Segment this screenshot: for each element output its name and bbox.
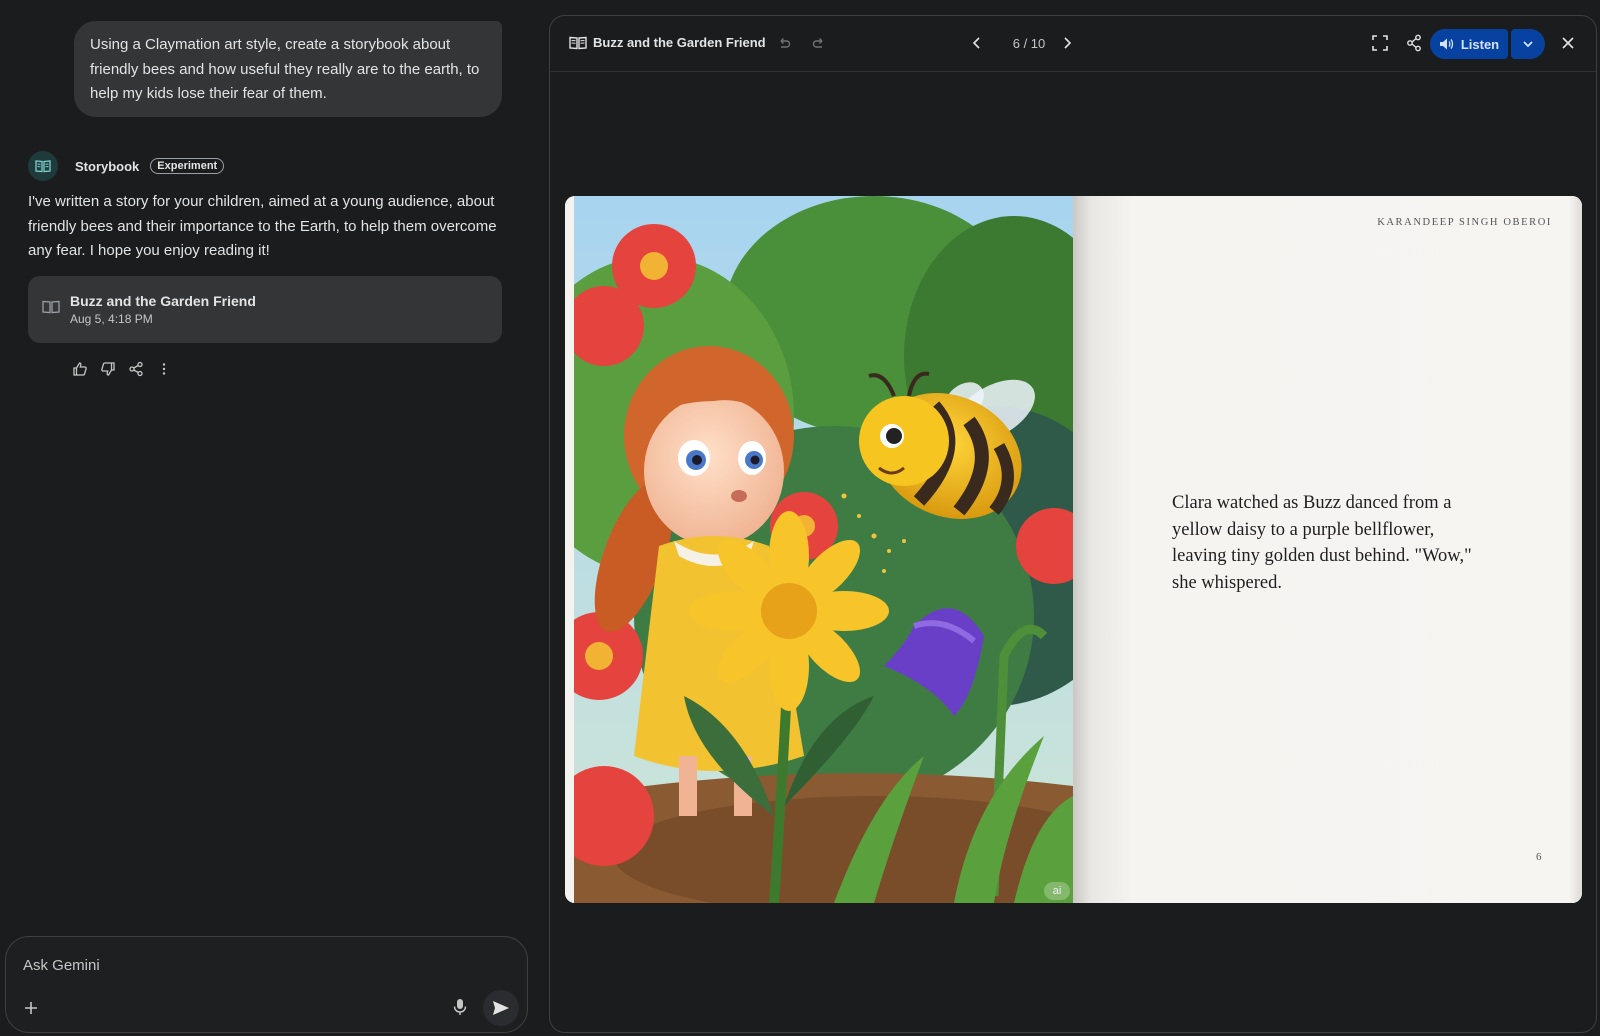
listen-label: Listen — [1460, 36, 1500, 52]
story-illustration — [574, 196, 1073, 903]
open-storybook: ai KARANDEEP SINGH OBEROI Clara watched … — [565, 196, 1582, 903]
chevron-right-icon[interactable] — [1059, 35, 1075, 56]
thumbs-down-icon[interactable] — [100, 361, 116, 377]
storybook-title: Buzz and the Garden Friend — [593, 35, 766, 50]
thumbs-up-icon[interactable] — [72, 361, 88, 377]
listen-button[interactable]: Listen — [1430, 29, 1508, 59]
chevron-down-icon — [1523, 41, 1533, 48]
story-card-title: Buzz and the Garden Friend — [70, 293, 256, 309]
agent-header: Storybook Experiment — [28, 151, 225, 181]
illustration-page: ai — [565, 196, 1073, 903]
book-icon — [42, 300, 60, 319]
storybook-avatar-icon — [28, 151, 58, 181]
fullscreen-icon[interactable] — [1371, 34, 1389, 57]
story-card-date: Aug 5, 4:18 PM — [70, 312, 153, 326]
agent-message: I've written a story for your children, … — [28, 193, 497, 259]
author-name: KARANDEEP SINGH OBEROI — [1377, 217, 1552, 228]
experiment-badge: Experiment — [150, 158, 225, 174]
text-page: KARANDEEP SINGH OBEROI Clara watched as … — [1073, 196, 1582, 903]
chevron-left-icon[interactable] — [969, 35, 985, 56]
storybook-panel: Buzz and the Garden Friend 6 / 10 Listen — [549, 15, 1597, 1033]
send-button[interactable] — [483, 990, 519, 1026]
page-indicator: 6 / 10 — [1012, 36, 1046, 51]
share-icon[interactable] — [128, 361, 144, 377]
prompt-input[interactable]: Ask Gemini — [23, 957, 100, 974]
speaker-icon — [1439, 38, 1453, 50]
more-vert-icon[interactable] — [156, 361, 172, 377]
story-card[interactable]: Buzz and the Garden Friend Aug 5, 4:18 P… — [28, 276, 502, 343]
book-icon — [569, 36, 587, 55]
agent-name: Storybook — [75, 158, 140, 174]
prompt-input-box[interactable]: Ask Gemini — [5, 936, 528, 1033]
storybook-toolbar: Buzz and the Garden Friend 6 / 10 Listen — [550, 16, 1596, 72]
chat-panel: Using a Claymation art style, create a s… — [0, 0, 540, 1036]
listen-options-button[interactable] — [1511, 29, 1545, 59]
add-icon[interactable] — [21, 998, 41, 1018]
feedback-actions — [72, 361, 172, 377]
close-icon[interactable] — [1560, 35, 1576, 56]
share-icon[interactable] — [1406, 34, 1422, 57]
user-prompt-bubble: Using a Claymation art style, create a s… — [74, 21, 502, 117]
ai-badge: ai — [1044, 882, 1070, 900]
redo-icon[interactable] — [811, 35, 827, 56]
microphone-icon[interactable] — [452, 997, 468, 1017]
send-icon — [493, 1001, 509, 1015]
undo-icon[interactable] — [776, 35, 792, 56]
page-number: 6 — [1536, 851, 1542, 863]
story-text: Clara watched as Buzz danced from a yell… — [1172, 493, 1472, 593]
